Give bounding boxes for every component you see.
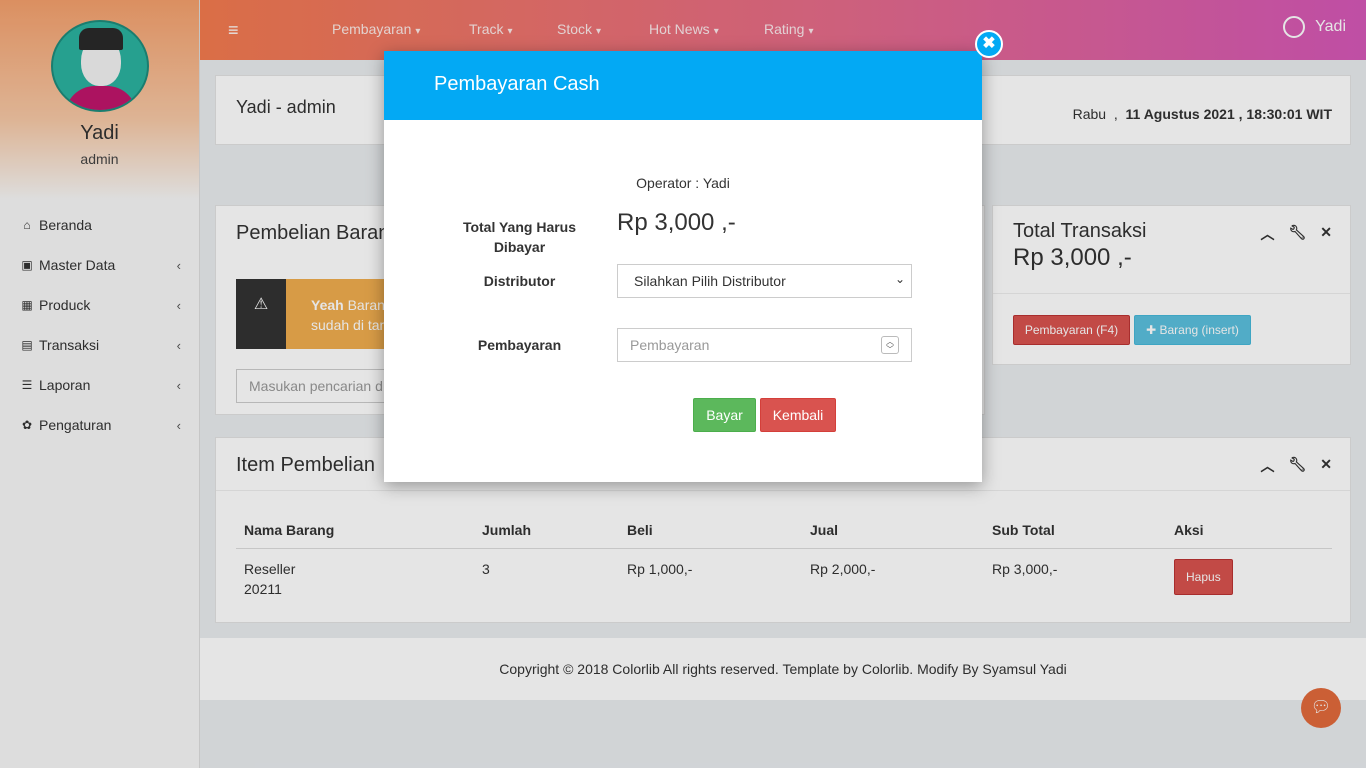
pembayaran-input[interactable]: Pembayaran ︿ ﹀ [617, 328, 912, 362]
total-label-line2: Dibayar [493, 239, 546, 255]
total-label: Total Yang Harus Dibayar [452, 217, 587, 257]
distributor-label: Distributor [483, 273, 556, 289]
distributor-select[interactable]: Silahkan Pilih Distributor ⌄ [617, 264, 912, 298]
bayar-button[interactable]: Bayar [693, 398, 756, 432]
number-spinner-icon[interactable]: ︿ ﹀ [881, 336, 899, 354]
modal-title: Pembayaran Cash [384, 51, 982, 120]
chevron-down-icon: ⌄ [894, 272, 905, 286]
payment-modal: Pembayaran Cash Operator : Yadi Total Ya… [384, 51, 982, 482]
total-value: Rp 3,000 ,- [617, 209, 736, 236]
modal-close-icon[interactable]: ✖ [975, 30, 1003, 58]
total-label-line1: Total Yang Harus [462, 219, 577, 235]
operator-label: Operator : Yadi [636, 175, 730, 191]
pembayaran-placeholder: Pembayaran [630, 337, 710, 353]
pembayaran-label: Pembayaran [477, 337, 562, 353]
distributor-selected: Silahkan Pilih Distributor [634, 273, 786, 289]
kembali-button[interactable]: Kembali [760, 398, 836, 432]
